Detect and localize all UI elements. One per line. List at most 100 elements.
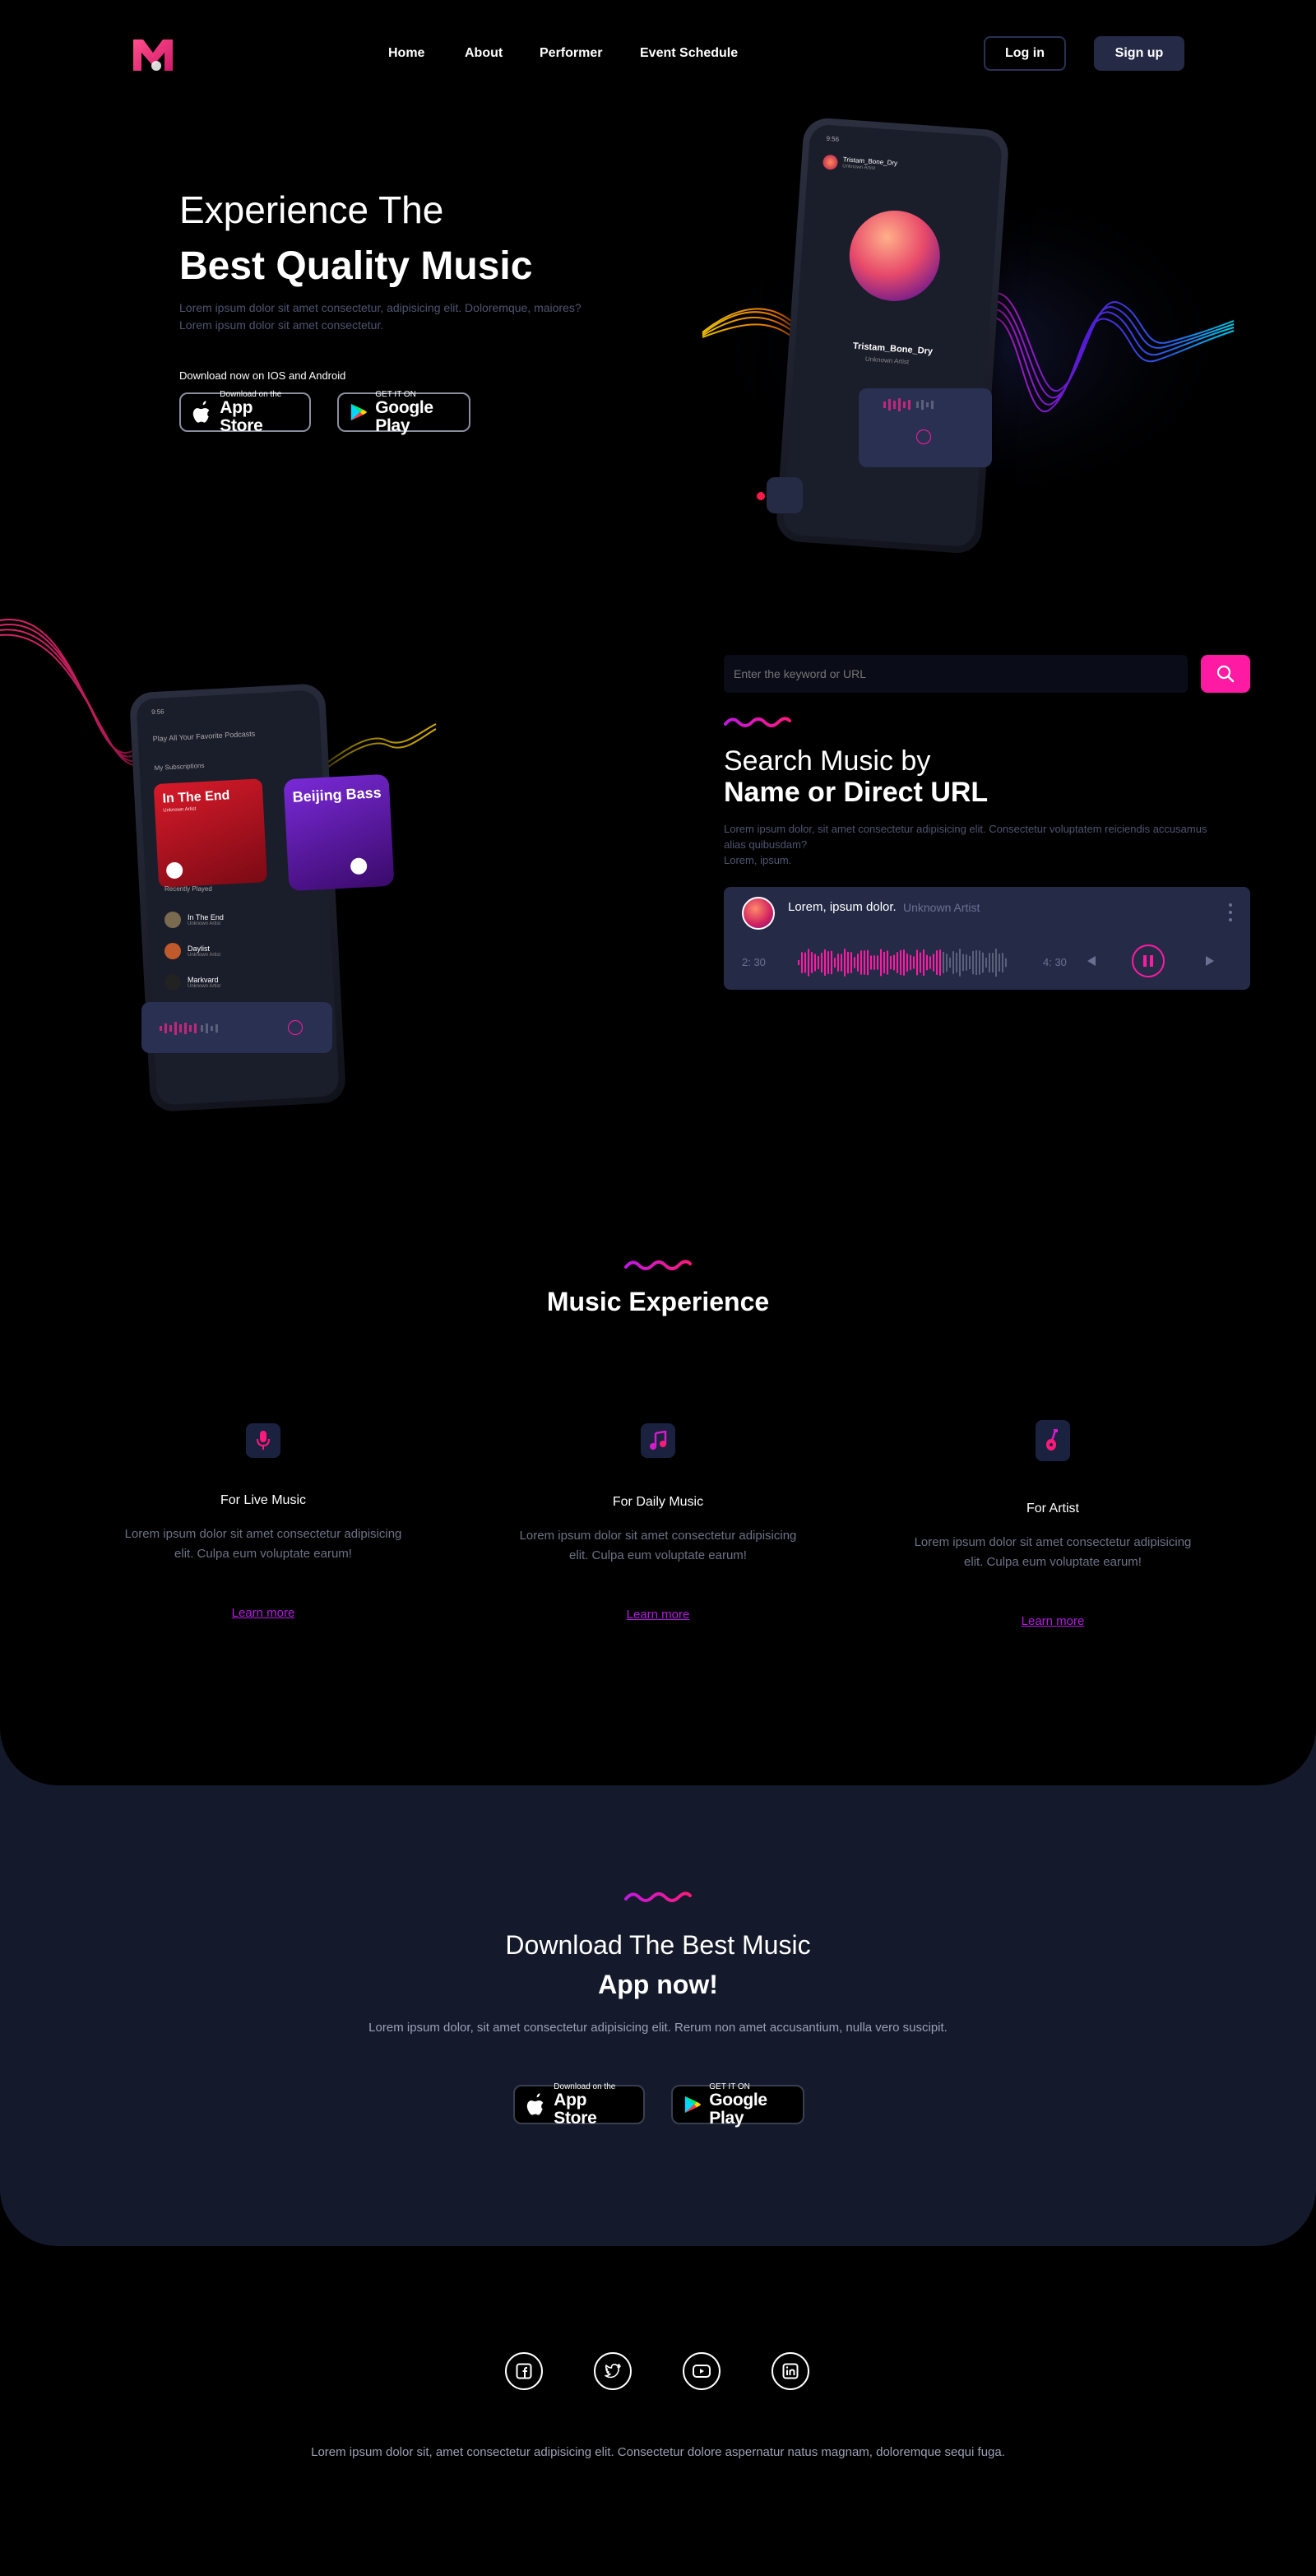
search-desc-line2: alias quibusdam? xyxy=(724,838,808,851)
waveform-bar xyxy=(913,956,915,969)
waveform-bar xyxy=(936,950,938,975)
previous-icon[interactable] xyxy=(1086,954,1097,968)
waveform-bar xyxy=(890,955,892,970)
waveform-bar xyxy=(824,949,826,976)
recent-artist-2: Unknown Artist xyxy=(188,953,221,958)
waveform-bar xyxy=(844,949,846,977)
search-input[interactable] xyxy=(724,655,1188,693)
podcast-card-2[interactable]: Beijing Bass xyxy=(283,773,395,892)
hero-phone-badge xyxy=(767,477,803,513)
waveform-bar xyxy=(827,951,829,974)
waveform-bar xyxy=(801,952,803,973)
learn-more-link-1[interactable]: Learn more xyxy=(115,1606,411,1620)
download-app-store-big: App Store xyxy=(554,2090,597,2128)
login-button[interactable]: Log in xyxy=(984,36,1066,71)
download-google-play-button[interactable]: GET IT ON Google Play xyxy=(671,2082,804,2127)
waveform-bar xyxy=(962,954,964,972)
podcast-card-1[interactable]: In The End Unknown Artist xyxy=(153,778,268,888)
youtube-link[interactable] xyxy=(683,2352,721,2390)
waveform-bar xyxy=(877,955,878,970)
waveform-bar xyxy=(808,949,809,977)
learn-more-link-2[interactable]: Learn more xyxy=(510,1608,806,1622)
hero-phone-artist: Unknown Artist xyxy=(864,355,910,366)
feature-text-3: Lorem ipsum dolor sit amet consectetur a… xyxy=(888,1533,1217,1572)
card1-title: In The End xyxy=(162,788,230,806)
app-store-small: Download on the xyxy=(220,389,282,399)
twitter-link[interactable] xyxy=(594,2352,632,2390)
waveform-bar xyxy=(933,954,934,972)
waveform-bar xyxy=(870,955,872,970)
waveform-bar xyxy=(966,954,967,971)
waveform-bar xyxy=(1002,953,1003,972)
nav-about[interactable]: About xyxy=(465,46,503,61)
music-note-icon xyxy=(650,1431,667,1450)
feature-text-1-line2: elit. Culpa eum voluptate earum! xyxy=(174,1547,352,1561)
waveform-bar xyxy=(887,950,888,975)
card1-play-icon[interactable] xyxy=(165,861,183,880)
player-avatar xyxy=(742,897,775,930)
hero-mini-pause-button[interactable] xyxy=(916,429,931,444)
more-icon[interactable] xyxy=(1229,903,1234,921)
feature-title-2: For Daily Music xyxy=(612,1495,704,1509)
search-title-line1: Search Music by xyxy=(724,745,931,777)
recent-list: Recently Played In The End Unknown Artist… xyxy=(164,885,321,998)
feature-text-1: Lorem ipsum dolor sit amet consectetur a… xyxy=(99,1525,428,1564)
feature-title-3: For Artist xyxy=(1026,1502,1079,1515)
guitar-icon xyxy=(1046,1429,1058,1450)
hero-phone-avatar xyxy=(822,154,839,170)
podcast-mini-player[interactable] xyxy=(141,1002,332,1053)
signup-button[interactable]: Sign up xyxy=(1094,36,1184,71)
linkedin-icon xyxy=(782,2363,799,2379)
pause-button[interactable] xyxy=(1132,945,1165,977)
feature-title-1: For Live Music xyxy=(220,1493,307,1507)
podcast-heading: Play All Your Favorite Podcasts xyxy=(152,729,256,744)
search-button[interactable] xyxy=(1201,655,1250,693)
waveform-bar xyxy=(956,953,957,972)
waveform-bar xyxy=(939,949,941,976)
waveform-bar xyxy=(982,952,984,973)
hero-title-line2: Best Quality Music xyxy=(179,244,533,288)
waveform-bar xyxy=(906,954,908,972)
waveform-bar xyxy=(920,952,921,973)
search-desc-line1: Lorem ipsum dolor, sit amet consectetur … xyxy=(724,823,1207,835)
search-desc-line3: Lorem, ipsum. xyxy=(724,854,792,866)
feature-text-2: Lorem ipsum dolor sit amet consectetur a… xyxy=(494,1526,822,1566)
waveform-bar xyxy=(841,954,842,972)
nav-event-schedule[interactable]: Event Schedule xyxy=(640,46,738,61)
hero-mini-player[interactable] xyxy=(859,388,992,467)
search-icon xyxy=(1216,665,1235,683)
nav-home[interactable]: Home xyxy=(388,46,424,61)
apple-icon xyxy=(526,2093,544,2115)
podcast-pause-button[interactable] xyxy=(288,1020,303,1035)
waveform-bar xyxy=(903,949,905,976)
waveform-bar xyxy=(854,957,855,968)
next-icon[interactable] xyxy=(1204,954,1216,968)
app-store-button[interactable]: Download on the App Store xyxy=(179,389,311,434)
search-title-line2: Name or Direct URL xyxy=(724,777,989,808)
waveform-bar xyxy=(926,954,928,971)
recent-title-3: Markvard xyxy=(188,976,219,984)
waveform-bar xyxy=(847,951,849,974)
waveform-bar xyxy=(864,950,865,975)
facebook-link[interactable] xyxy=(505,2352,543,2390)
list-item[interactable]: Markvard Unknown Artist xyxy=(164,967,321,998)
waveform[interactable] xyxy=(798,946,1012,979)
waveform-bar xyxy=(867,949,869,976)
list-item[interactable]: In The End Unknown Artist xyxy=(164,904,321,935)
nav-performer[interactable]: Performer xyxy=(540,46,602,61)
list-item[interactable]: Daylist Unknown Artist xyxy=(164,935,321,967)
podcast-phone-time: 9:56 xyxy=(151,708,164,717)
google-play-button[interactable]: GET IT ON Google Play xyxy=(337,390,470,434)
hero-phone-time: 9:56 xyxy=(826,134,840,143)
experience-wave-mark xyxy=(624,1260,692,1270)
linkedin-link[interactable] xyxy=(772,2352,809,2390)
learn-more-link-3[interactable]: Learn more xyxy=(905,1614,1201,1628)
waveform-bar xyxy=(860,950,862,975)
download-app-store-button[interactable]: Download on the App Store xyxy=(513,2082,645,2127)
waveform-bar xyxy=(929,956,931,969)
card2-play-icon[interactable] xyxy=(350,857,368,875)
audio-player: Lorem, ipsum dolor. Unknown Artist 2: 30… xyxy=(724,887,1250,990)
waveform-bar xyxy=(916,949,918,976)
logo[interactable] xyxy=(132,35,174,74)
download-google-play-small: GET IT ON xyxy=(709,2082,750,2091)
